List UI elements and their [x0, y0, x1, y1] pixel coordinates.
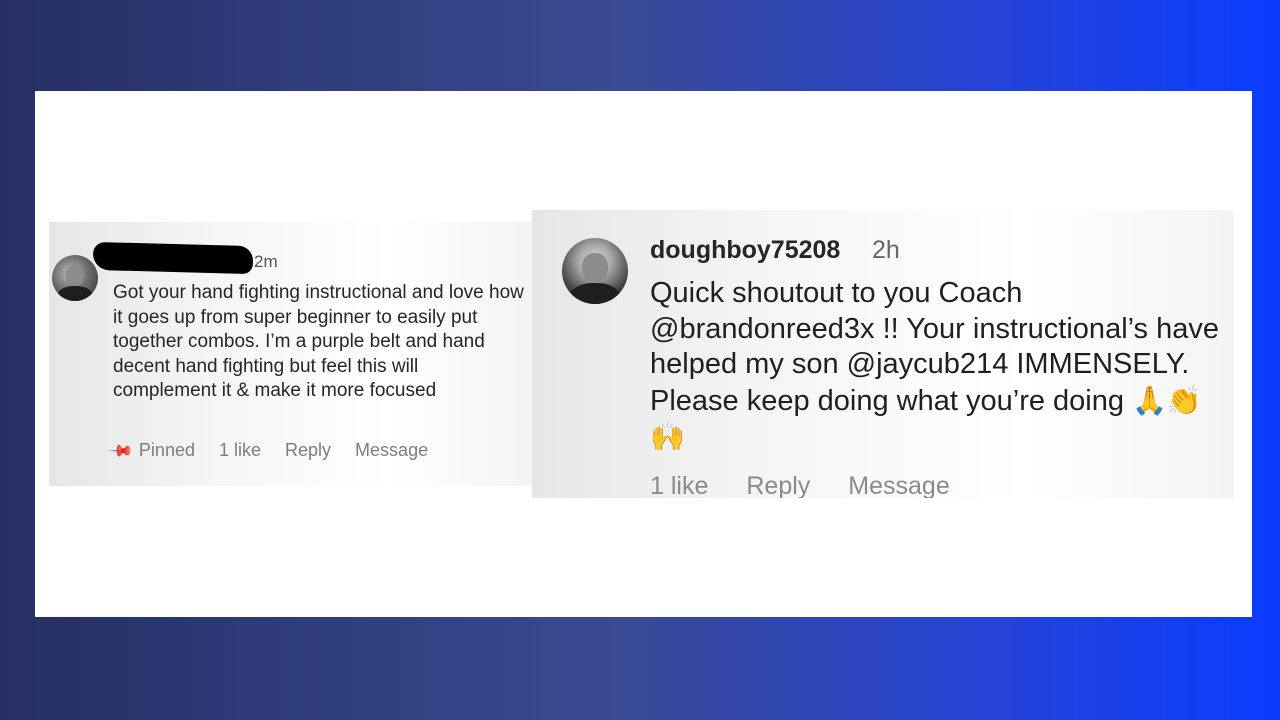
username-redaction [92, 241, 254, 275]
like-count[interactable]: 1 like [650, 472, 708, 498]
pushpin-icon: 📌 [107, 437, 134, 464]
avatar-face [581, 252, 609, 283]
comment-actions: 📌 Pinned 1 like Reply Message [108, 438, 429, 464]
comment-text: Quick shoutout to you Coach @brandonreed… [650, 276, 1220, 456]
comment-timestamp: 2m [254, 252, 278, 271]
avatar[interactable] [562, 238, 628, 304]
avatar-shoulders [568, 282, 622, 304]
message-button[interactable]: Message [848, 472, 949, 498]
pinned-label: Pinned [138, 440, 195, 460]
comment-actions: 1 like Reply Message [650, 472, 950, 498]
screenshot-card: 2m Got your hand fighting instructional … [35, 91, 1252, 617]
comment-username[interactable]: doughboy75208 [650, 236, 840, 265]
avatar-face [65, 265, 85, 286]
comment-left: 2m Got your hand fighting instructional … [49, 222, 532, 486]
reply-button[interactable]: Reply [285, 440, 331, 461]
avatar-shoulders [56, 286, 94, 301]
message-button[interactable]: Message [355, 440, 428, 461]
avatar[interactable] [52, 255, 98, 301]
comment-text: Got your hand fighting instructional and… [113, 282, 524, 401]
like-count[interactable]: 1 like [219, 440, 261, 461]
reply-button[interactable]: Reply [746, 472, 810, 498]
comment-timestamp: 2h [872, 236, 900, 264]
comment-right: doughboy75208 2h Quick shoutout to you C… [532, 210, 1234, 498]
